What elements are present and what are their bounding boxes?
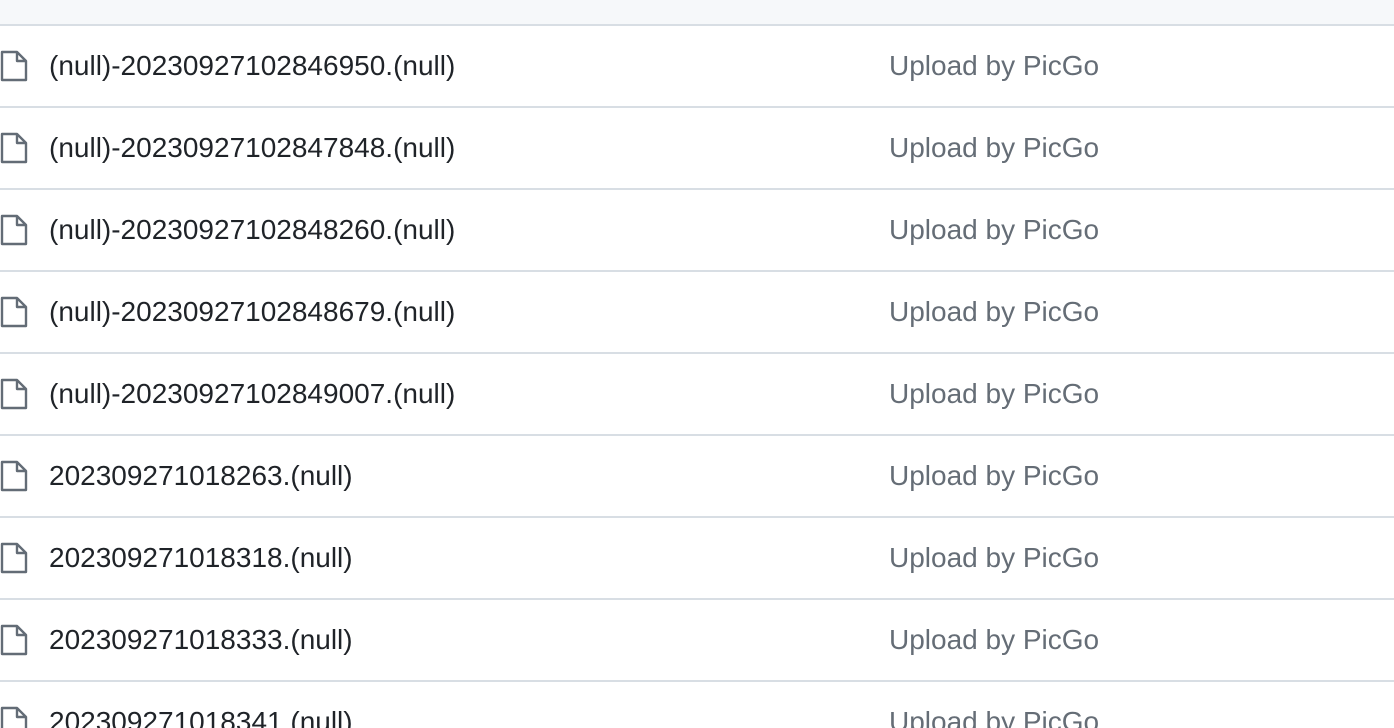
commit-message-link[interactable]: Upload by PicGo — [889, 682, 1099, 728]
file-icon — [0, 214, 28, 246]
commit-message-link[interactable]: Upload by PicGo — [889, 108, 1099, 188]
file-row[interactable]: (null)-20230927102848260.(null) Upload b… — [0, 190, 1394, 272]
file-name-link[interactable]: 202309271018333.(null) — [49, 600, 353, 680]
file-name-link[interactable]: (null)-20230927102849007.(null) — [49, 354, 455, 434]
file-icon — [0, 296, 28, 328]
file-name-link[interactable]: (null)-20230927102848679.(null) — [49, 272, 455, 352]
file-name-link[interactable]: 202309271018341.(null) — [49, 682, 353, 728]
commit-message-link[interactable]: Upload by PicGo — [889, 272, 1099, 352]
file-row[interactable]: (null)-20230927102846950.(null) Upload b… — [0, 26, 1394, 108]
commit-message-link[interactable]: Upload by PicGo — [889, 518, 1099, 598]
file-row[interactable]: (null)-20230927102848679.(null) Upload b… — [0, 272, 1394, 354]
file-icon — [0, 50, 28, 82]
file-row[interactable]: (null)-20230927102849007.(null) Upload b… — [0, 354, 1394, 436]
file-icon — [0, 542, 28, 574]
file-row[interactable]: 202309271018333.(null) Upload by PicGo — [0, 600, 1394, 682]
file-browser: (null)-20230927102846950.(null) Upload b… — [0, 0, 1394, 728]
file-name-link[interactable]: (null)-20230927102848260.(null) — [49, 190, 455, 270]
file-row[interactable]: 202309271018341.(null) Upload by PicGo — [0, 682, 1394, 728]
commit-message-link[interactable]: Upload by PicGo — [889, 26, 1099, 106]
file-name-link[interactable]: 202309271018318.(null) — [49, 518, 353, 598]
file-icon — [0, 706, 28, 728]
file-name-link[interactable]: 202309271018263.(null) — [49, 436, 353, 516]
file-icon — [0, 132, 28, 164]
file-name-link[interactable]: (null)-20230927102847848.(null) — [49, 108, 455, 188]
file-icon — [0, 378, 28, 410]
file-row[interactable]: 202309271018263.(null) Upload by PicGo — [0, 436, 1394, 518]
file-row[interactable]: (null)-20230927102847848.(null) Upload b… — [0, 108, 1394, 190]
commit-message-link[interactable]: Upload by PicGo — [889, 190, 1099, 270]
file-name-link[interactable]: (null)-20230927102846950.(null) — [49, 26, 455, 106]
file-icon — [0, 624, 28, 656]
file-row[interactable]: 202309271018318.(null) Upload by PicGo — [0, 518, 1394, 600]
file-list-header — [0, 0, 1394, 26]
file-icon — [0, 460, 28, 492]
commit-message-link[interactable]: Upload by PicGo — [889, 600, 1099, 680]
commit-message-link[interactable]: Upload by PicGo — [889, 354, 1099, 434]
commit-message-link[interactable]: Upload by PicGo — [889, 436, 1099, 516]
